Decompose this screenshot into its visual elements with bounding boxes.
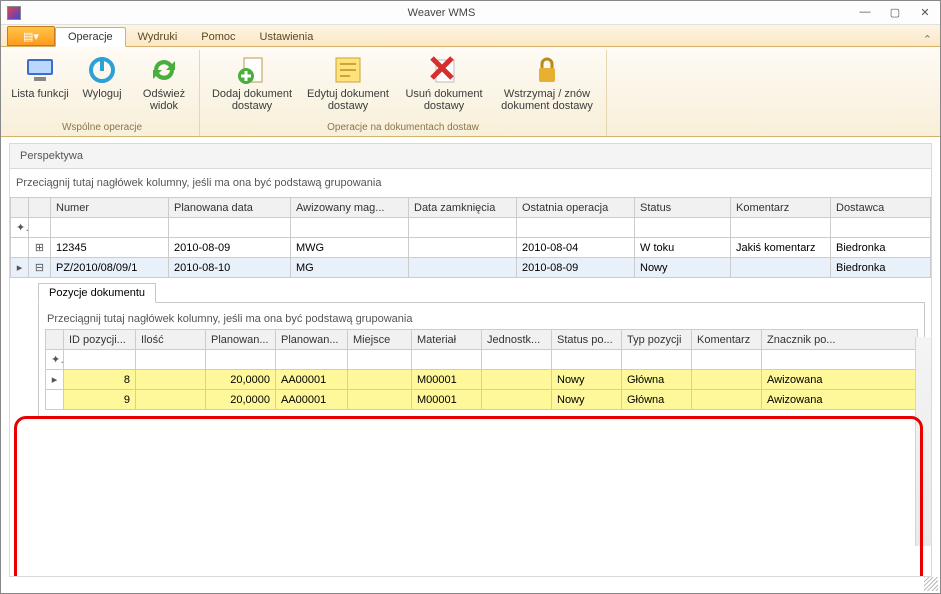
- main-grid-header[interactable]: NumerPlanowana dataAwizowany mag...Data …: [11, 198, 931, 218]
- detail-grid-filter-row[interactable]: ✦: [46, 350, 918, 370]
- dodaj-dokument-button[interactable]: Dodaj dokument dostawy: [204, 50, 300, 120]
- minimize-button[interactable]: —: [856, 6, 874, 19]
- collapse-icon[interactable]: ⊟: [29, 258, 51, 278]
- expand-icon[interactable]: ⊞: [29, 238, 51, 258]
- detail-group-hint[interactable]: Przeciągnij tutaj nagłówek kolumny, jeśl…: [45, 309, 918, 329]
- group-by-hint[interactable]: Przeciągnij tutaj nagłówek kolumny, jeśl…: [10, 169, 931, 197]
- delete-document-icon: [428, 54, 460, 86]
- table-row[interactable]: ▸⊟ PZ/2010/08/09/12010-08-10MG2010-08-09…: [11, 258, 931, 278]
- tab-ustawienia[interactable]: Ustawienia: [248, 28, 326, 46]
- panel-title: Perspektywa: [9, 143, 932, 169]
- wyloguj-button[interactable]: Wyloguj: [71, 50, 133, 120]
- ribbon-tabstrip: ▤▾ Operacje Wydruki Pomoc Ustawienia ⌃: [1, 25, 940, 47]
- maximize-button[interactable]: ▢: [886, 6, 904, 19]
- group-label-common: Wspólne operacje: [9, 120, 195, 136]
- odswiez-button[interactable]: Odśwież widok: [133, 50, 195, 120]
- file-menu-button[interactable]: ▤▾: [7, 26, 55, 46]
- main-grid-area: Przeciągnij tutaj nagłówek kolumny, jeśl…: [9, 169, 932, 577]
- wstrzymaj-dokument-button[interactable]: Wstrzymaj / znów dokument dostawy: [492, 50, 602, 120]
- group-label-dostaw: Operacje na dokumentach dostaw: [204, 120, 602, 136]
- app-icon: [7, 6, 21, 20]
- edit-document-icon: [332, 54, 364, 86]
- monitor-icon: [24, 54, 56, 86]
- main-grid-filter-row[interactable]: ✦: [11, 218, 931, 238]
- power-icon: [86, 54, 118, 86]
- lock-icon: [531, 54, 563, 86]
- table-row[interactable]: ▸ 820,0000AA00001M00001NowyGłównaAwizowa…: [46, 370, 918, 390]
- lista-funkcji-button[interactable]: Lista funkcji: [9, 50, 71, 120]
- tab-wydruki[interactable]: Wydruki: [126, 28, 190, 46]
- tab-pomoc[interactable]: Pomoc: [189, 28, 247, 46]
- ribbon-collapse-icon[interactable]: ⌃: [923, 33, 932, 46]
- edytuj-dokument-button[interactable]: Edytuj dokument dostawy: [300, 50, 396, 120]
- close-button[interactable]: ✕: [916, 6, 934, 19]
- vertical-scrollbar[interactable]: [915, 337, 931, 546]
- window-title: Weaver WMS: [27, 7, 856, 19]
- refresh-icon: [148, 54, 180, 86]
- usun-dokument-button[interactable]: Usuń dokument dostawy: [396, 50, 492, 120]
- file-menu-icon: ▤▾: [23, 30, 39, 43]
- detail-grid-header[interactable]: ID pozycji...IlośćPlanowan...Planowan...…: [46, 330, 918, 350]
- ribbon-body: Lista funkcji Wyloguj Odśwież widok Wspó…: [1, 47, 940, 137]
- main-grid[interactable]: NumerPlanowana dataAwizowany mag...Data …: [10, 197, 931, 278]
- annotation-highlight: [14, 416, 923, 577]
- table-row[interactable]: ⊞ 123452010-08-09MWG2010-08-04W tokuJaki…: [11, 238, 931, 258]
- detail-panel: Pozycje dokumentu Przeciągnij tutaj nagł…: [38, 282, 925, 417]
- resize-grip[interactable]: [924, 577, 938, 591]
- tab-operacje[interactable]: Operacje: [55, 27, 126, 47]
- detail-tab[interactable]: Pozycje dokumentu: [38, 283, 156, 303]
- detail-grid[interactable]: ID pozycji...IlośćPlanowan...Planowan...…: [45, 329, 918, 410]
- table-row[interactable]: 920,0000AA00001M00001NowyGłównaAwizowana: [46, 390, 918, 410]
- title-bar: Weaver WMS — ▢ ✕: [1, 1, 940, 25]
- add-document-icon: [236, 54, 268, 86]
